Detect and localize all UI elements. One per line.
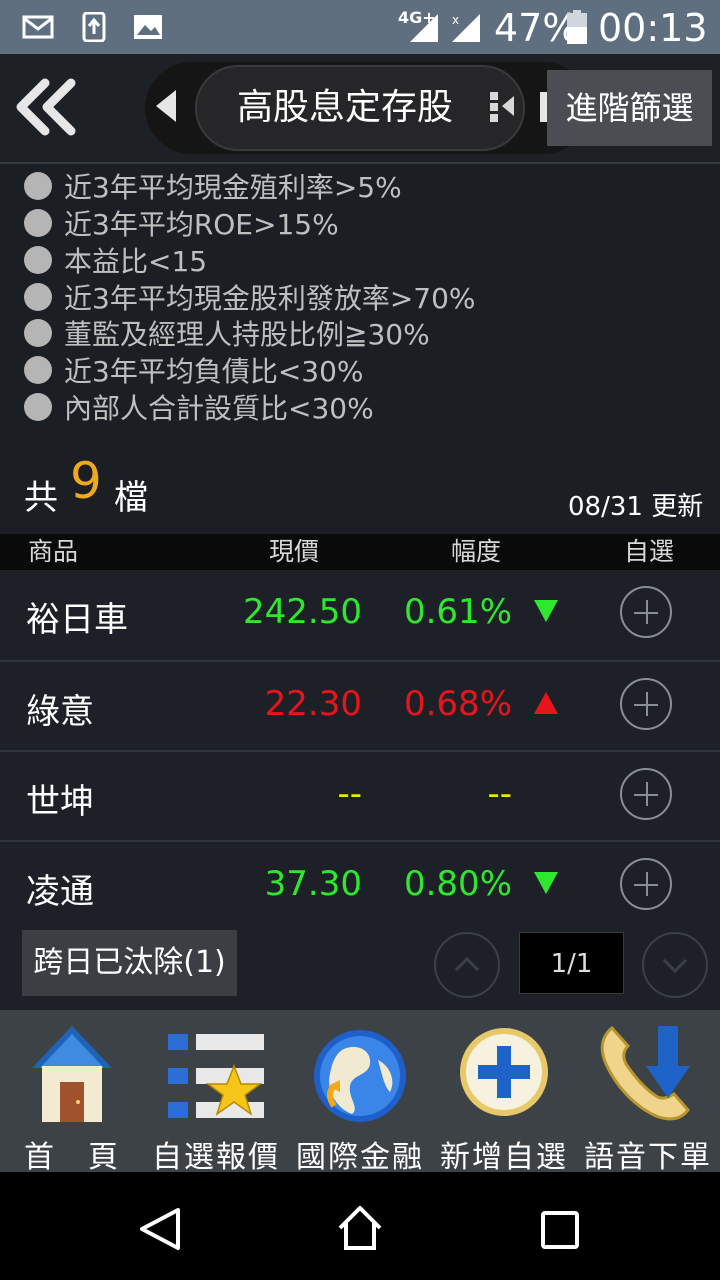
bullet-icon	[24, 393, 52, 421]
table-row[interactable]: 綠意 22.30 0.68%	[0, 662, 720, 752]
chevron-down-icon	[662, 958, 688, 974]
criteria-item: 內部人合計設質比<30%	[24, 389, 374, 425]
bullet-icon	[24, 319, 52, 347]
nav-label: 國際金融	[296, 1140, 424, 1175]
column-header-change: 幅度	[451, 537, 502, 566]
column-header-price: 現價	[269, 537, 320, 566]
page-down-button[interactable]	[642, 932, 708, 998]
nav-global-finance[interactable]: 國際金融	[288, 1010, 432, 1175]
clock: 00:13	[598, 6, 708, 50]
add-watchlist-button[interactable]	[620, 768, 672, 820]
watchlist-icon	[168, 1034, 264, 1118]
screen-menu-icon[interactable]	[488, 90, 518, 122]
signal-icon	[410, 14, 438, 42]
stock-price: 22.30	[264, 684, 362, 724]
stock-price: --	[337, 774, 362, 814]
add-watchlist-button[interactable]	[620, 858, 672, 910]
count-suffix: 檔	[114, 478, 148, 518]
criteria-item: 近3年平均負債比<30%	[24, 352, 364, 388]
svg-text:x: x	[452, 13, 459, 27]
column-header-watchlist: 自選	[624, 537, 675, 566]
header-divider	[0, 162, 720, 164]
stock-change: --	[487, 774, 512, 814]
bullet-icon	[24, 283, 52, 311]
stock-name: 凌通	[26, 872, 94, 912]
nav-label: 語音下單	[584, 1140, 712, 1175]
update-date: 08/31 更新	[568, 492, 704, 522]
bullet-icon	[24, 246, 52, 274]
battery-icon	[567, 10, 587, 44]
stock-name: 綠意	[26, 692, 94, 732]
back-button[interactable]	[10, 72, 82, 142]
advanced-filter-button[interactable]: 進階篩選	[547, 70, 712, 146]
recents-icon[interactable]	[540, 1210, 580, 1250]
criteria-item: 近3年平均現金殖利率>5%	[24, 168, 402, 204]
nav-watchlist[interactable]: 自選報價	[144, 1010, 288, 1175]
result-count: 9	[70, 452, 102, 510]
count-prefix: 共	[24, 478, 58, 518]
removed-items-button[interactable]: 跨日已汰除(1)	[22, 930, 237, 996]
page-up-button[interactable]	[434, 932, 500, 998]
chevron-up-icon	[454, 956, 480, 972]
system-nav-bar	[0, 1172, 720, 1280]
page-title: 高股息定存股	[236, 87, 453, 128]
double-chevron-left-icon	[16, 78, 76, 136]
stock-change: 0.68%	[403, 684, 512, 724]
criteria-item: 董監及經理人持股比例≧30%	[24, 315, 430, 351]
down-arrow-icon	[534, 872, 558, 894]
mail-icon	[22, 15, 54, 39]
column-header-product: 商品	[28, 537, 79, 566]
table-header	[0, 534, 720, 570]
table-row[interactable]: 世坤 -- --	[0, 752, 720, 842]
table-row[interactable]: 凌通 37.30 0.80%	[0, 842, 720, 918]
status-bar: 4G+ x 47% 00:13	[0, 0, 720, 54]
add-watchlist-button[interactable]	[620, 678, 672, 730]
nav-home[interactable]: 首 頁	[0, 1010, 144, 1175]
nav-label: 新增自選	[440, 1140, 568, 1175]
stock-name: 世坤	[26, 782, 94, 822]
bullet-icon	[24, 356, 52, 384]
nav-label: 自選報價	[152, 1140, 280, 1175]
prev-screen-icon[interactable]	[152, 88, 180, 124]
bullet-icon	[24, 209, 52, 237]
stock-change: 0.80%	[403, 864, 512, 904]
upload-icon	[82, 12, 106, 42]
nav-label: 首 頁	[24, 1140, 120, 1175]
criteria-item: 近3年平均現金股利發放率>70%	[24, 279, 476, 315]
image-icon	[134, 15, 162, 39]
stock-name: 裕日車	[26, 600, 128, 640]
globe-icon	[314, 1030, 406, 1122]
page-indicator: 1/1	[519, 932, 624, 994]
stock-price: 242.50	[243, 592, 362, 632]
up-arrow-icon	[534, 692, 558, 714]
phone-icon	[600, 1025, 690, 1121]
back-triangle-icon[interactable]	[138, 1206, 182, 1252]
bullet-icon	[24, 172, 52, 200]
nav-add-watchlist[interactable]: 新增自選	[432, 1010, 576, 1175]
table-row[interactable]: 裕日車 242.50 0.61%	[0, 570, 720, 662]
add-watchlist-button[interactable]	[620, 586, 672, 638]
down-arrow-icon	[534, 600, 558, 622]
home-icon	[32, 1026, 112, 1122]
criteria-item: 近3年平均ROE>15%	[24, 205, 339, 241]
nav-voice-order[interactable]: 語音下單	[576, 1010, 720, 1175]
criteria-item: 本益比<15	[24, 242, 207, 278]
stock-change: 0.61%	[403, 592, 512, 632]
signal-no-data-icon: x	[452, 13, 480, 42]
home-button-icon[interactable]	[336, 1204, 384, 1252]
stock-price: 37.30	[264, 864, 362, 904]
add-icon	[460, 1028, 548, 1116]
